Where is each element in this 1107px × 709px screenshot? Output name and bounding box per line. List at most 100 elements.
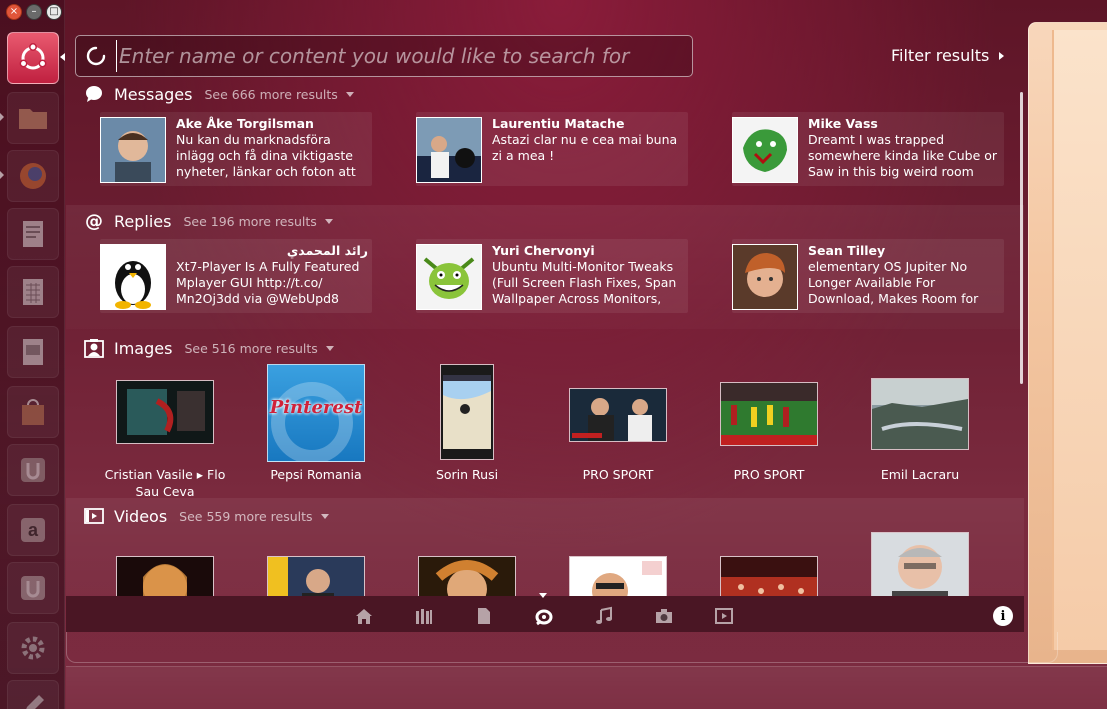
ubuntu-logo-icon: [19, 43, 47, 70]
see-more-button[interactable]: See 196 more results: [183, 214, 333, 229]
pinterest-logo-text: Pinterest: [269, 397, 363, 418]
home-icon[interactable]: [354, 606, 374, 626]
dash-frame: [66, 632, 1058, 663]
image-thumbnail: Pinterest: [267, 364, 365, 462]
message-card[interactable]: Laurentiu Matache Astazi clar nu e cea m…: [416, 112, 688, 186]
launcher-item-amazon[interactable]: a: [7, 504, 59, 556]
launcher-item-calc[interactable]: [7, 266, 59, 318]
message-author: Mike Vass: [808, 116, 878, 131]
category-videos: Videos See 559 more results: [66, 498, 1024, 596]
filter-results-label: Filter results: [891, 46, 990, 65]
image-tile[interactable]: Emil Lacraru: [850, 366, 990, 496]
video-tile[interactable]: [548, 534, 688, 596]
message-text: Astazi clar nu e cea mai buna zi a mea !: [492, 132, 678, 163]
see-more-button[interactable]: See 559 more results: [179, 509, 329, 524]
video-thumbnail: [116, 556, 214, 596]
image-tile[interactable]: Cristian Vasile ▸ Flo Sau Ceva: [95, 366, 235, 499]
window-controls: × – □: [6, 4, 62, 20]
image-thumbnail: [440, 364, 494, 460]
video-icon[interactable]: [714, 606, 734, 626]
message-text: Nu kan du marknadsföra inlägg och få din…: [176, 132, 356, 179]
file-icon[interactable]: [474, 606, 494, 626]
film-icon: [84, 506, 104, 526]
maximize-icon[interactable]: □: [46, 4, 62, 20]
results-area: Messages See 666 more results Ake Åke To…: [66, 78, 1024, 596]
avatar: [732, 244, 798, 310]
see-more-label: See 516 more results: [184, 340, 318, 356]
launcher-item-impress[interactable]: [7, 326, 59, 378]
results-scrollbar[interactable]: [1020, 92, 1023, 384]
reply-author: رائد المحمدي: [286, 243, 368, 258]
image-caption: PRO SPORT: [582, 467, 654, 482]
chevron-down-icon: [325, 345, 334, 351]
see-more-label: See 666 more results: [204, 86, 338, 102]
active-lens-indicator: [539, 593, 547, 598]
video-thumbnail: [267, 556, 365, 596]
launcher-item-files[interactable]: [7, 92, 59, 144]
category-title: Images: [114, 338, 173, 358]
applications-icon[interactable]: [414, 606, 434, 626]
folder-icon: [19, 109, 47, 129]
video-thumbnail: [871, 532, 969, 596]
launcher-item-writer[interactable]: [7, 208, 59, 260]
lens-bar: [66, 596, 1024, 632]
gear-icon: [21, 636, 45, 660]
avatar: [416, 117, 482, 183]
image-tile[interactable]: Pinterest Pepsi Romania: [246, 364, 386, 496]
close-icon[interactable]: ×: [6, 4, 22, 20]
see-more-button[interactable]: See 666 more results: [204, 86, 354, 102]
speech-bubble-icon: [84, 84, 104, 104]
launcher-item-ubuntu-one[interactable]: [7, 444, 59, 496]
category-header: Videos See 559 more results: [84, 504, 329, 528]
ubuntu-one-icon: [21, 576, 45, 600]
chevron-down-icon: [345, 91, 354, 97]
image-caption: Cristian Vasile ▸ Flo Sau Ceva: [104, 467, 226, 499]
chevron-down-icon: [324, 218, 333, 224]
image-tile[interactable]: PRO SPORT: [548, 366, 688, 496]
image-caption: Sorin Rusi: [435, 467, 499, 482]
shopping-bag-icon: [22, 399, 44, 425]
reply-text: elementary OS Jupiter No Longer Availabl…: [808, 259, 979, 306]
category-messages: Messages See 666 more results Ake Åke To…: [66, 82, 1024, 206]
message-author: Laurentiu Matache: [492, 116, 625, 131]
launcher-item-text-editor[interactable]: [7, 680, 59, 709]
svg-text:a: a: [28, 520, 39, 540]
message-card[interactable]: Ake Åke Torgilsman Nu kan du marknadsför…: [100, 112, 372, 186]
background-panel: [66, 666, 1107, 709]
dash: Filter results Messages See 666 more res…: [66, 22, 1024, 632]
minimize-icon[interactable]: –: [26, 4, 42, 20]
image-tile[interactable]: Sorin Rusi: [397, 364, 537, 496]
launcher-item-ubuntu-one-music[interactable]: [7, 562, 59, 614]
see-more-button[interactable]: See 516 more results: [184, 340, 334, 356]
launcher-item-system-settings[interactable]: [7, 622, 59, 674]
launcher-item-firefox[interactable]: [7, 150, 59, 202]
camera-icon[interactable]: [654, 606, 674, 626]
launcher-item-dash-home[interactable]: [7, 32, 59, 84]
chevron-down-icon: [320, 513, 329, 519]
image-caption: Pepsi Romania: [270, 467, 362, 482]
reply-card[interactable]: Sean Tilley elementary OS Jupiter No Lon…: [732, 239, 1004, 313]
category-images: Images See 516 more results Cristian Vas…: [66, 334, 1024, 499]
reply-card[interactable]: رائد المحمدي Xt7-Player Is A Fully Featu…: [100, 239, 372, 313]
video-tile[interactable]: [699, 534, 839, 596]
video-tile[interactable]: [246, 534, 386, 596]
image-tile[interactable]: PRO SPORT: [699, 366, 839, 496]
video-tile[interactable]: [397, 534, 537, 596]
reply-card[interactable]: Yuri Chervonyi Ubuntu Multi-Monitor Twea…: [416, 239, 688, 313]
filter-results-button[interactable]: Filter results: [891, 46, 1005, 65]
music-note-icon[interactable]: [594, 606, 614, 626]
firefox-icon: [20, 163, 46, 189]
category-header: Images See 516 more results: [84, 336, 334, 360]
presentation-icon: [23, 339, 43, 365]
message-card[interactable]: Mike Vass Dreamt I was trapped somewhere…: [732, 112, 1004, 186]
launcher-item-software-center[interactable]: [7, 386, 59, 438]
image-thumbnail: [569, 388, 667, 442]
video-tile[interactable]: [850, 532, 990, 596]
reply-text: Ubuntu Multi-Monitor Tweaks (Full Screen…: [492, 259, 677, 306]
video-tile[interactable]: [95, 534, 235, 596]
social-icon[interactable]: [534, 606, 554, 626]
message-text: Dreamt I was trapped somewhere kinda lik…: [808, 132, 998, 179]
category-header: Messages See 666 more results: [84, 82, 354, 106]
info-button[interactable]: i: [993, 606, 1013, 626]
search-input[interactable]: [116, 40, 692, 72]
